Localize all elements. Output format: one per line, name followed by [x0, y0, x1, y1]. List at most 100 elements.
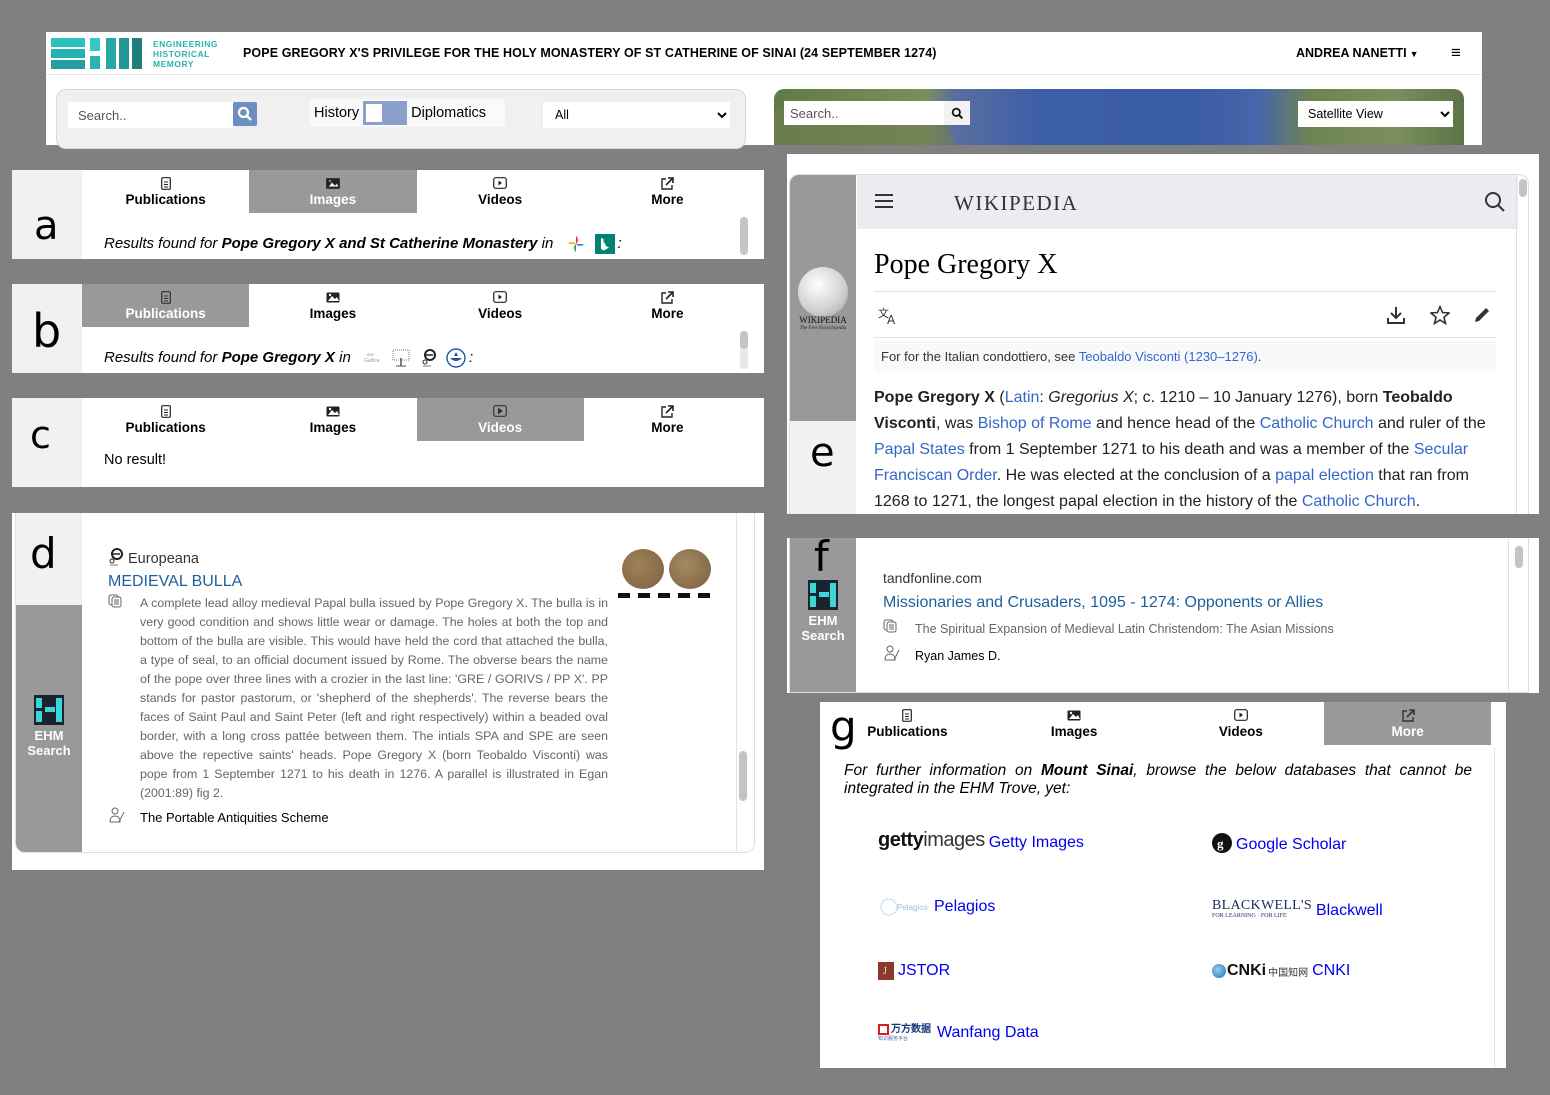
- scrollbar-thumb[interactable]: [739, 751, 747, 801]
- tab-images[interactable]: Images: [249, 398, 416, 441]
- link-latin[interactable]: Latin: [1005, 389, 1040, 406]
- tab-publications[interactable]: Publications: [82, 398, 249, 441]
- tab-videos[interactable]: Videos: [417, 284, 584, 327]
- scrollbar-thumb[interactable]: [740, 217, 748, 255]
- navbar: ENGINEERING HISTORICAL MEMORY POPE GREGO…: [46, 32, 1482, 75]
- tab-more[interactable]: More: [584, 170, 751, 213]
- panel-letter: d: [30, 529, 57, 578]
- scrollbar[interactable]: [740, 331, 748, 369]
- filter-select[interactable]: All: [543, 102, 730, 128]
- europeana-icon[interactable]: [421, 348, 437, 368]
- scrollbar[interactable]: [1494, 747, 1506, 1068]
- database-link[interactable]: Pelagios: [934, 898, 995, 916]
- tab-label: Images: [309, 420, 357, 435]
- video-icon: [493, 291, 508, 303]
- tab-more[interactable]: More: [584, 284, 751, 327]
- scrollbar[interactable]: [740, 217, 748, 255]
- database-item-jstor[interactable]: J JSTOR: [878, 962, 950, 980]
- bing-icon[interactable]: [594, 234, 615, 254]
- link-bishop-of-rome[interactable]: Bishop of Rome: [978, 415, 1092, 432]
- tab-publications[interactable]: Publications: [82, 284, 250, 327]
- image-icon: [325, 177, 340, 189]
- wiki-search-icon[interactable]: [1484, 191, 1506, 213]
- ehm-search-sidebar[interactable]: EHM Search: [16, 605, 82, 852]
- link-catholic-church[interactable]: Catholic Church: [1260, 415, 1374, 432]
- tab-images[interactable]: Images: [991, 702, 1158, 745]
- text: from 1 September 1271 to his death and w…: [964, 441, 1414, 458]
- results-suffix: :: [468, 348, 474, 366]
- tab-label: More: [651, 192, 684, 207]
- tab-more[interactable]: More: [584, 398, 751, 441]
- database-link[interactable]: JSTOR: [898, 962, 950, 980]
- search-input[interactable]: [68, 102, 233, 128]
- database-link[interactable]: Wanfang Data: [937, 1024, 1039, 1042]
- history-diplomatics-switch[interactable]: [363, 101, 408, 125]
- database-link[interactable]: CNKI: [1312, 962, 1350, 980]
- panel-g-more-databases: g Publications Images Videos More For fu…: [820, 702, 1506, 1068]
- map-view-select[interactable]: Satellite View: [1298, 101, 1453, 127]
- result-tabs: Publications Images Videos More: [82, 398, 751, 441]
- tab-more[interactable]: More: [1324, 702, 1491, 745]
- result-tabs: Publications Images Videos More: [82, 170, 751, 213]
- link-papal-election[interactable]: papal election: [1275, 467, 1374, 484]
- database-item-google-scholar[interactable]: g Google Scholar: [1212, 832, 1346, 854]
- database-link[interactable]: Google Scholar: [1236, 836, 1346, 854]
- database-item-blackwell[interactable]: BLACKWELL'S FOR LEARNING · FOR LIFE Blac…: [1212, 898, 1383, 920]
- gallica-icon[interactable]: BnFGallica: [363, 350, 381, 366]
- google-photos-icon[interactable]: [566, 234, 586, 254]
- scrollbar[interactable]: [736, 513, 748, 852]
- download-icon[interactable]: [1386, 305, 1406, 325]
- map-search-input[interactable]: [784, 101, 944, 125]
- star-icon[interactable]: [1430, 305, 1450, 325]
- library-tree-icon[interactable]: [390, 348, 412, 368]
- menu-icon[interactable]: ≡: [1451, 43, 1461, 63]
- database-item-pelagios[interactable]: Pelagios Pelagios: [880, 898, 995, 916]
- bulla-thumbnail[interactable]: [618, 547, 715, 603]
- scrollbar[interactable]: [1516, 175, 1528, 514]
- blackwells-logo: BLACKWELL'S FOR LEARNING · FOR LIFE: [1212, 899, 1312, 920]
- scrollbar-thumb[interactable]: [740, 331, 748, 349]
- intro-text: For further information on: [844, 762, 1041, 779]
- database-link[interactable]: Getty Images: [989, 834, 1084, 852]
- search-button[interactable]: [233, 102, 257, 126]
- result-title-link[interactable]: Missionaries and Crusaders, 1095 - 1274:…: [883, 594, 1483, 612]
- page-title: POPE GREGORY X'S PRIVILEGE FOR THE HOLY …: [243, 46, 937, 60]
- tab-publications[interactable]: Publications: [82, 170, 249, 213]
- wiki-menu-icon[interactable]: [875, 194, 893, 208]
- scrollbar[interactable]: [1508, 538, 1528, 692]
- wanfang-logo: 万方数据 知识服务平台: [878, 1024, 931, 1042]
- link-papal-states[interactable]: Papal States: [874, 441, 965, 458]
- caret-down-icon: ▼: [1409, 49, 1419, 59]
- database-item-wanfang-data[interactable]: 万方数据 知识服务平台 Wanfang Data: [878, 1024, 1039, 1042]
- wikipedia-sidebar[interactable]: WIKIPEDIA The Free Encyclopedia: [790, 175, 856, 421]
- database-item-cnki[interactable]: CNKi 中国知网 CNKI: [1212, 962, 1350, 980]
- language-icon[interactable]: 文A: [878, 306, 900, 326]
- tab-videos[interactable]: Videos: [1158, 702, 1325, 745]
- toggle-label-history: History: [314, 105, 360, 121]
- water-drop-icon[interactable]: [446, 348, 466, 368]
- map-view[interactable]: Satellite View: [774, 89, 1464, 145]
- hatnote-link[interactable]: Teobaldo Visconti (1230–1276): [1079, 349, 1258, 364]
- result-source: Europeana: [108, 547, 608, 567]
- map-search-button[interactable]: [944, 101, 970, 125]
- tab-images[interactable]: Images: [249, 284, 416, 327]
- link-catholic-church[interactable]: Catholic Church: [1302, 493, 1416, 510]
- result-description: The Spiritual Expansion of Medieval Lati…: [915, 621, 1334, 636]
- tab-videos[interactable]: Videos: [416, 398, 584, 441]
- user-menu[interactable]: ANDREA NANETTI ▼: [1296, 46, 1419, 60]
- document-icon: [160, 290, 171, 304]
- svg-text:Gallica: Gallica: [364, 358, 380, 364]
- edit-pencil-icon[interactable]: [1472, 305, 1492, 325]
- switch-knob: [366, 104, 383, 122]
- scrollbar-thumb[interactable]: [1515, 546, 1523, 568]
- scrollbar-thumb[interactable]: [1519, 179, 1527, 197]
- text: Gregorius X: [1048, 389, 1134, 406]
- database-link[interactable]: Blackwell: [1316, 902, 1383, 920]
- tab-images[interactable]: Images: [249, 170, 417, 213]
- wikipedia-wordmark[interactable]: WIKIPEDIA: [954, 191, 1078, 216]
- ehm-logo[interactable]: ENGINEERING HISTORICAL MEMORY: [51, 38, 218, 70]
- database-item-getty-images[interactable]: gettyimages Getty Images: [878, 828, 1084, 852]
- tab-videos[interactable]: Videos: [417, 170, 584, 213]
- logo-text: FOR LEARNING · FOR LIFE: [1212, 913, 1287, 919]
- result-title-link[interactable]: MEDIEVAL BULLA: [108, 573, 608, 591]
